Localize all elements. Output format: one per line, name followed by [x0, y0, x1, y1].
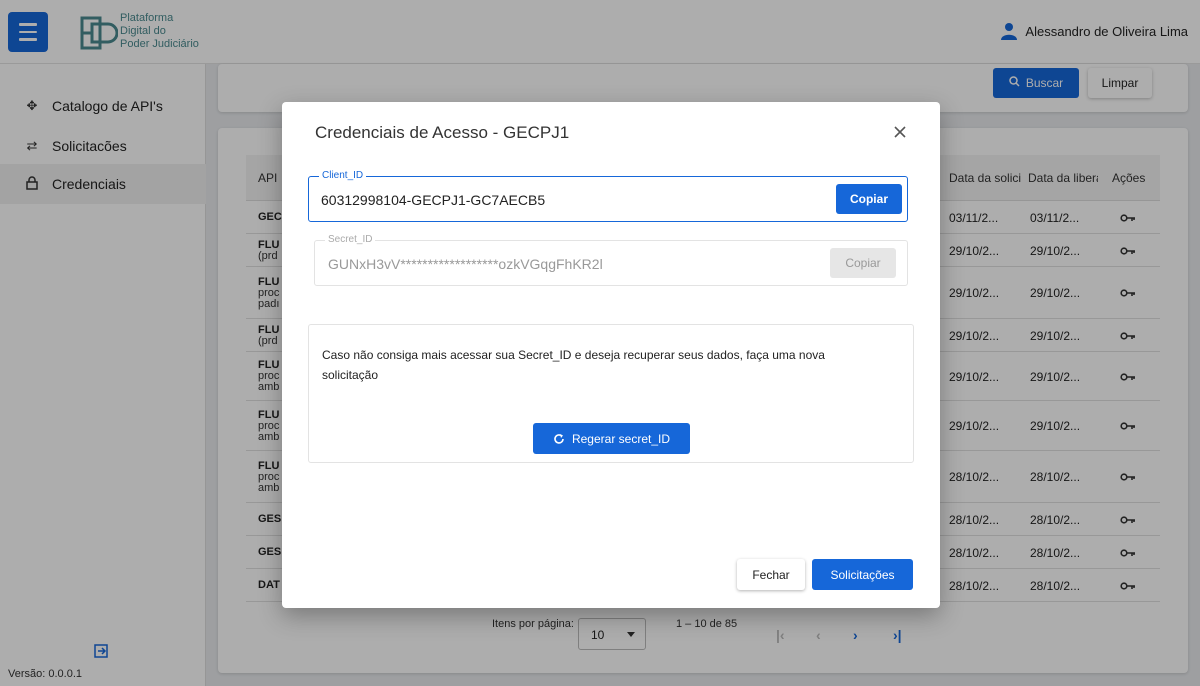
client-id-label: Client_ID: [319, 170, 367, 181]
credentials-dialog: Credenciais de Acesso - GECPJ1 Client_ID…: [282, 102, 940, 608]
client-id-value[interactable]: 60312998104-GECPJ1-GC7AECB5: [321, 192, 545, 208]
copy-secret-id-button: Copiar: [830, 248, 896, 278]
client-id-field[interactable]: Client_ID 60312998104-GECPJ1-GC7AECB5 Co…: [308, 170, 908, 222]
secret-id-value: GUNxH3vV******************ozkVGqgFhKR2l: [328, 256, 603, 272]
close-icon[interactable]: [892, 124, 908, 140]
close-button[interactable]: Fechar: [737, 559, 805, 590]
refresh-icon: [554, 433, 564, 444]
secret-id-label: Secret_ID: [325, 234, 376, 245]
regenerate-info-box: Caso não consiga mais acessar sua Secret…: [308, 324, 914, 463]
copy-client-id-button[interactable]: Copiar: [836, 184, 902, 214]
regenerate-info-text: Caso não consiga mais acessar sua Secret…: [322, 348, 825, 382]
requests-button[interactable]: Solicitações: [812, 559, 913, 590]
secret-id-field: Secret_ID GUNxH3vV******************ozkV…: [314, 234, 908, 286]
dialog-title: Credenciais de Acesso - GECPJ1: [315, 123, 570, 142]
regenerate-secret-button[interactable]: Regerar secret_ID: [533, 423, 690, 454]
